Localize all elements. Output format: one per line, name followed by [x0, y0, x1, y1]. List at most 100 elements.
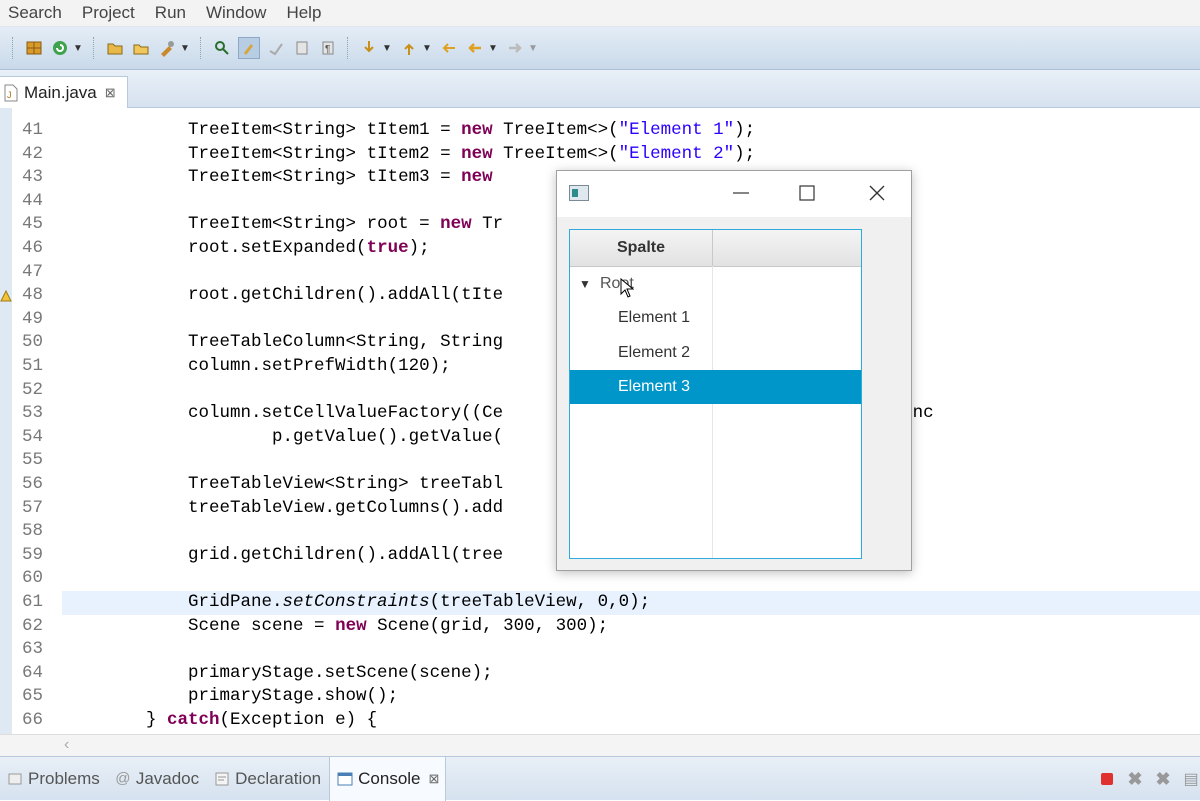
- line-number: 55: [22, 450, 44, 471]
- prev-annotation-icon[interactable]: [399, 38, 419, 58]
- next-annotation-icon[interactable]: [359, 38, 379, 58]
- line-number: 56: [22, 474, 44, 494]
- minimize-icon[interactable]: [729, 181, 753, 205]
- tab-problems-label: Problems: [28, 768, 100, 788]
- code-text: Scene scene = new Scene(grid, 300, 300);: [188, 615, 609, 636]
- javafx-app-window[interactable]: Spalte ▼ Root Element 1 Element 2 Element …: [556, 170, 912, 571]
- line-number: 51: [22, 356, 44, 376]
- tab-console-label: Console: [358, 768, 421, 788]
- chevron-down-icon[interactable]: ▼: [488, 38, 498, 58]
- java-file-icon: J: [2, 84, 20, 102]
- line-number: 61: [22, 592, 44, 612]
- tab-declaration-label: Declaration: [235, 768, 322, 788]
- line-number: 62: [22, 615, 44, 636]
- tree-row-label: Element 2: [618, 343, 691, 361]
- tree-row-element[interactable]: Element 3: [570, 370, 861, 404]
- code-line[interactable]: 41 TreeItem<String> tItem1 = new TreeIte…: [0, 119, 1200, 143]
- build-icon[interactable]: [24, 38, 44, 58]
- back-arrow-icon[interactable]: [465, 38, 485, 58]
- chevron-down-icon[interactable]: ▼: [422, 38, 432, 58]
- tab-javadoc[interactable]: @ Javadoc: [108, 757, 205, 801]
- tree-row-element[interactable]: Element 2: [570, 336, 861, 370]
- code-line[interactable]: 62 Scene scene = new Scene(grid, 300, 30…: [0, 615, 1200, 639]
- code-text: column.setPrefWidth(120);: [188, 356, 451, 376]
- menu-help[interactable]: Help: [286, 3, 321, 23]
- code-text: } catch(Exception e) {: [146, 710, 378, 730]
- refresh-icon[interactable]: [50, 38, 70, 58]
- window-title-bar[interactable]: [557, 171, 911, 217]
- menu-run[interactable]: Run: [155, 3, 186, 23]
- line-number: 63: [22, 639, 44, 660]
- forward-arrow-icon[interactable]: [505, 38, 525, 58]
- console-actions: ✖ ✖ ▤: [1098, 757, 1200, 801]
- code-line[interactable]: 65 primaryStage.show();: [0, 685, 1200, 709]
- line-number: 50: [22, 332, 44, 353]
- code-line[interactable]: 66 } catch(Exception e) {: [0, 709, 1200, 733]
- code-text: TreeItem<String> tItem1 = new TreeItem<>…: [188, 120, 756, 140]
- line-number: 53: [22, 403, 44, 424]
- search-icon[interactable]: [212, 38, 232, 58]
- tab-declaration[interactable]: Declaration: [207, 757, 327, 801]
- app-icon: [569, 185, 589, 206]
- chevron-down-icon[interactable]: ▼: [382, 38, 392, 58]
- code-text: TreeItem<String> root = new Tr: [188, 214, 504, 235]
- tree-row-root[interactable]: ▼ Root: [570, 267, 861, 301]
- maximize-icon[interactable]: [795, 181, 819, 205]
- declaration-icon: [213, 770, 231, 788]
- window-body: Spalte ▼ Root Element 1 Element 2 Element …: [557, 217, 911, 570]
- tree-table-view[interactable]: Spalte ▼ Root Element 1 Element 2 Element …: [569, 229, 862, 559]
- code-text: root.getChildren().addAll(tIte: [188, 285, 504, 306]
- line-number: 44: [22, 190, 44, 211]
- paragraph-icon[interactable]: ¶: [318, 38, 338, 58]
- close-icon[interactable]: [865, 181, 889, 205]
- tab-console[interactable]: Console ⊠: [329, 756, 447, 801]
- menu-search[interactable]: Search: [8, 3, 62, 23]
- line-number: 46: [22, 238, 44, 258]
- menu-window[interactable]: Window: [206, 3, 266, 23]
- chevron-down-icon[interactable]: ▼: [528, 38, 538, 58]
- expanded-triangle-icon[interactable]: ▼: [579, 267, 591, 301]
- close-icon[interactable]: ⊠: [429, 771, 440, 787]
- code-line[interactable]: 63: [0, 638, 1200, 662]
- line-number: 58: [22, 521, 44, 542]
- line-number: 49: [22, 308, 44, 329]
- line-number: 57: [22, 497, 44, 518]
- chevron-down-icon[interactable]: ▼: [180, 38, 190, 58]
- code-line[interactable]: 42 TreeItem<String> tItem2 = new TreeIte…: [0, 143, 1200, 167]
- remove-all-icon[interactable]: ✖: [1154, 769, 1172, 789]
- code-text: primaryStage.show();: [188, 686, 399, 707]
- open-folder-icon[interactable]: [131, 38, 151, 58]
- scroll-left-icon[interactable]: ‹: [64, 736, 69, 754]
- tab-javadoc-label: Javadoc: [135, 768, 200, 788]
- tab-problems[interactable]: Problems: [0, 757, 106, 801]
- tab-label: Main.java: [24, 82, 97, 102]
- line-number: 66: [22, 710, 44, 730]
- code-line[interactable]: 64 primaryStage.setScene(scene);: [0, 662, 1200, 686]
- chevron-down-icon[interactable]: ▼: [73, 38, 83, 58]
- tab-main-java[interactable]: J Main.java ⊠: [0, 76, 128, 108]
- terminate-icon[interactable]: [1098, 770, 1116, 788]
- open-project-icon[interactable]: [105, 38, 125, 58]
- tools-icon[interactable]: [157, 38, 177, 58]
- menu-project[interactable]: Project: [82, 3, 135, 23]
- line-number: 65: [22, 686, 44, 707]
- console-menu-icon[interactable]: ▤: [1182, 770, 1200, 788]
- console-icon: [336, 770, 354, 788]
- code-text: TreeItem<String> tItem2 = new TreeItem<>…: [188, 143, 756, 164]
- block-icon[interactable]: [292, 38, 312, 58]
- tree-row-element[interactable]: Element 1: [570, 301, 861, 335]
- line-number: 64: [22, 662, 44, 683]
- column-header-spalte[interactable]: Spalte: [570, 230, 713, 266]
- code-text: primaryStage.setScene(scene);: [188, 662, 493, 683]
- line-number: 52: [22, 379, 44, 400]
- remove-launch-icon[interactable]: ✖: [1126, 769, 1144, 789]
- code-line[interactable]: 61 GridPane.setConstraints(treeTableView…: [22, 591, 1200, 615]
- last-edit-icon[interactable]: [439, 38, 459, 58]
- mark-icon[interactable]: [266, 38, 286, 58]
- close-icon[interactable]: ⊠: [105, 85, 116, 101]
- line-number: 43: [22, 167, 44, 188]
- tree-row-label: Element 3: [618, 378, 691, 395]
- line-number: 45: [22, 214, 44, 235]
- brush-icon[interactable]: [238, 37, 260, 59]
- horizontal-scrollbar[interactable]: ‹: [0, 734, 1200, 756]
